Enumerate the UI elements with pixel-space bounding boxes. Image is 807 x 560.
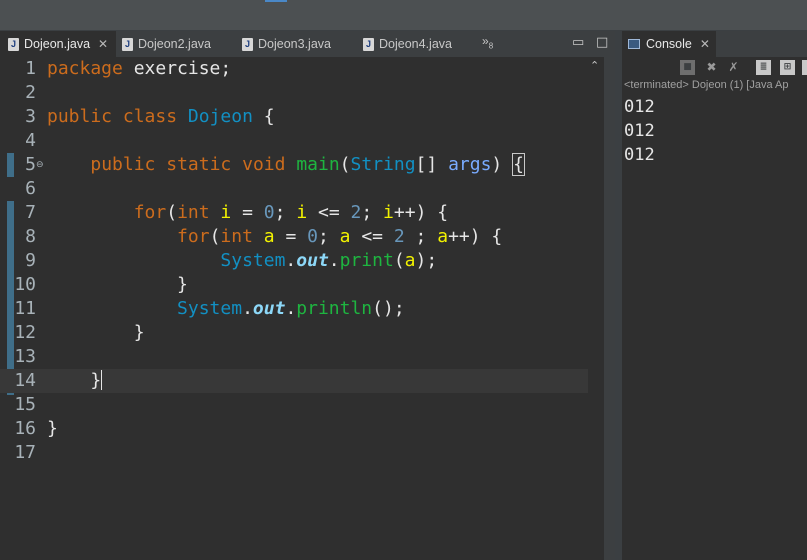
- output-line: 012: [624, 145, 655, 165]
- current-line: 14 }: [0, 369, 588, 393]
- main-toolbar: [0, 0, 807, 30]
- code-line: 10 }: [0, 273, 588, 297]
- more-tabs-button[interactable]: »8: [482, 34, 493, 50]
- java-file-icon: J: [363, 37, 374, 51]
- text-cursor: [101, 370, 103, 390]
- chevron-up-icon[interactable]: ⌃: [590, 59, 599, 72]
- line-number: 5: [25, 154, 36, 175]
- close-icon[interactable]: ✕: [98, 37, 108, 51]
- line-number: 17: [14, 442, 36, 463]
- code-line: 4: [0, 129, 588, 153]
- line-number: 12: [14, 322, 36, 343]
- line-number: 9: [25, 250, 36, 271]
- scroll-lock-icon[interactable]: ≣: [756, 60, 771, 75]
- code-line: 1 package exercise;: [0, 57, 588, 81]
- editor-tabbar: J Dojeon.java ✕ J Dojeon2.java J Dojeon3…: [0, 31, 615, 57]
- line-number: 11: [14, 298, 36, 319]
- line-number: 1: [25, 58, 36, 79]
- code-line: 11 System.out.println();: [0, 297, 588, 321]
- console-icon: [628, 39, 640, 49]
- tab-label: Dojeon3.java: [258, 37, 331, 51]
- code-line: 13: [0, 345, 588, 369]
- remove-all-icon[interactable]: ✗: [726, 60, 741, 75]
- remove-launch-icon[interactable]: ✖: [704, 60, 719, 75]
- toolbar-accent: [265, 0, 287, 2]
- code-line: 3 public class Dojeon {: [0, 105, 588, 129]
- code-line: 5 ⊖ public static void main(String[] arg…: [0, 153, 588, 177]
- line-number: 3: [25, 106, 36, 127]
- code-line: 12 }: [0, 321, 588, 345]
- line-number: 6: [25, 178, 36, 199]
- editor-scrollbar[interactable]: ⌃: [588, 57, 604, 560]
- minimize-icon[interactable]: ▭: [572, 35, 584, 50]
- output-line: 012: [624, 121, 655, 141]
- line-number: 7: [25, 202, 36, 223]
- line-number: 2: [25, 82, 36, 103]
- java-file-icon: J: [122, 37, 133, 51]
- line-number: 15: [14, 394, 36, 415]
- fold-icon[interactable]: ⊖: [36, 153, 44, 177]
- java-file-icon: J: [8, 37, 19, 51]
- code-line: 15: [0, 393, 588, 417]
- tab-dojeon4[interactable]: J Dojeon4.java: [363, 31, 475, 57]
- line-number: 13: [14, 346, 36, 367]
- matching-brace: {: [512, 153, 525, 176]
- code-line: 2: [0, 81, 588, 105]
- tab-dojeon[interactable]: J Dojeon.java ✕: [0, 31, 116, 57]
- tab-label: Dojeon2.java: [138, 37, 211, 51]
- tab-dojeon3[interactable]: J Dojeon3.java: [242, 31, 354, 57]
- output-line: 012: [624, 97, 655, 117]
- console-view: Console ✕ ■ ✖ ✗ ≣ ⊞ <terminated> Dojeon …: [622, 31, 807, 560]
- code-line: 8 for(int a = 0; a <= 2 ; a++) {: [0, 225, 588, 249]
- code-area[interactable]: 1 package exercise; 2 3 public class Doj…: [0, 57, 588, 560]
- code-line: 7 for(int i = 0; i <= 2; i++) {: [0, 201, 588, 225]
- tab-label: Console: [646, 37, 692, 51]
- line-number: 10: [14, 274, 36, 295]
- code-line: 16 }: [0, 417, 588, 441]
- console-toolbar: ■ ✖ ✗ ≣ ⊞: [622, 57, 807, 79]
- tab-label: Dojeon4.java: [379, 37, 452, 51]
- pin-icon[interactable]: ⊞: [780, 60, 795, 75]
- tab-label: Dojeon.java: [24, 37, 91, 51]
- java-file-icon: J: [242, 37, 253, 51]
- tab-dojeon2[interactable]: J Dojeon2.java: [122, 31, 234, 57]
- line-number: 16: [14, 418, 36, 439]
- console-tabbar: Console ✕: [622, 31, 807, 57]
- console-status: <terminated> Dojeon (1) [Java Ap: [624, 79, 789, 91]
- overview-ruler[interactable]: [604, 57, 615, 560]
- maximize-icon[interactable]: □: [596, 35, 608, 50]
- code-line: 6: [0, 177, 588, 201]
- code-line: 9 System.out.print(a);: [0, 249, 588, 273]
- code-line: 17: [0, 441, 588, 465]
- close-icon[interactable]: ✕: [700, 37, 710, 51]
- console-output[interactable]: 012 012 012: [624, 95, 655, 167]
- line-number: 4: [25, 130, 36, 151]
- more-icon[interactable]: [802, 60, 807, 75]
- terminate-icon[interactable]: ■: [680, 60, 695, 75]
- tab-console[interactable]: Console ✕: [622, 31, 716, 57]
- code-editor: J Dojeon.java ✕ J Dojeon2.java J Dojeon3…: [0, 31, 615, 560]
- line-number: 14: [14, 370, 36, 391]
- line-number: 8: [25, 226, 36, 247]
